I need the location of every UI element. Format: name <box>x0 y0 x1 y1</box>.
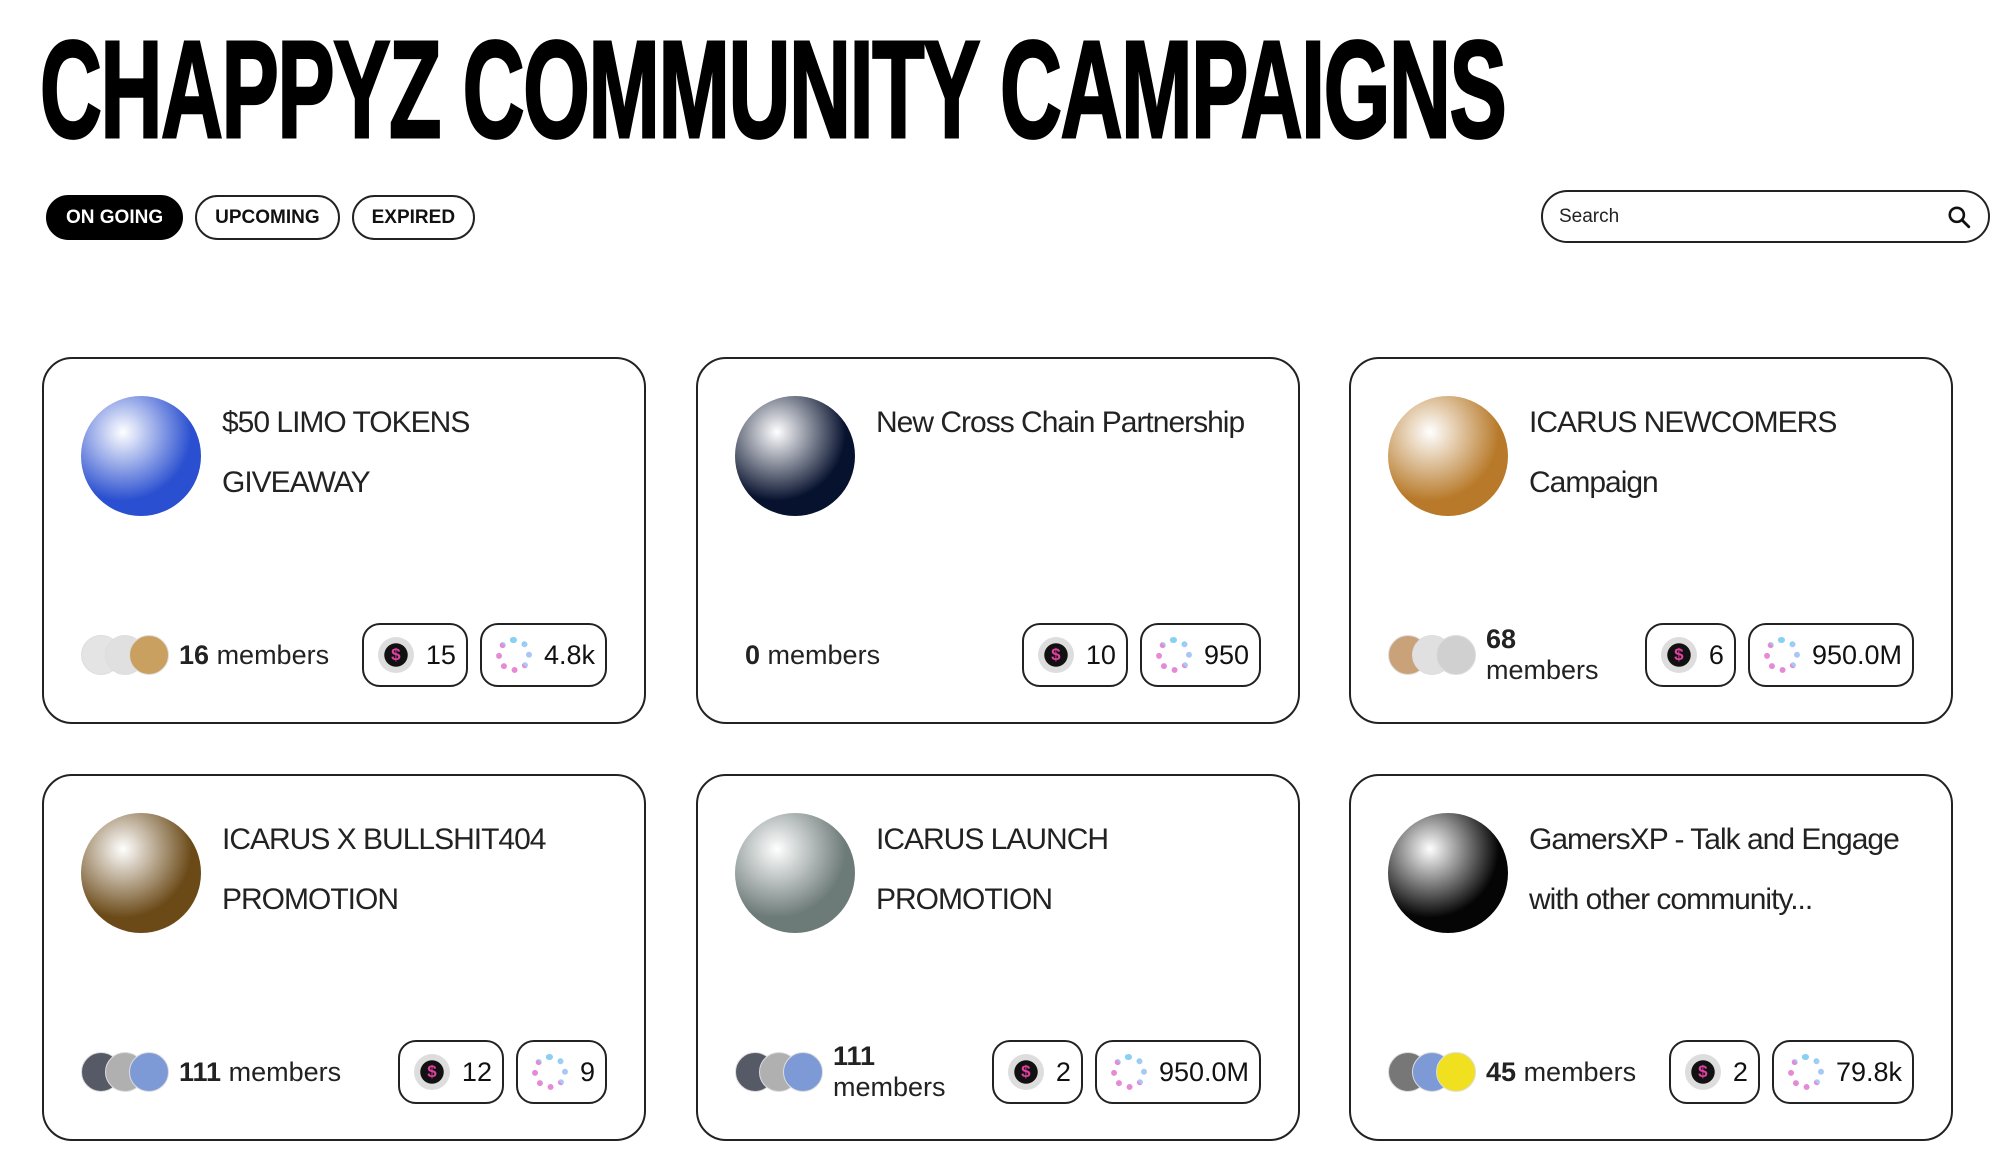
search-box <box>1541 190 1990 243</box>
points-value: 10 <box>1085 639 1116 670</box>
tab-expired[interactable]: EXPIRED <box>351 195 476 240</box>
points-value: 15 <box>425 639 456 670</box>
points-badge: $6 <box>1644 623 1736 687</box>
member-avatars <box>1388 1052 1476 1092</box>
xp-value: 4.8k <box>543 639 595 670</box>
dollar-coin-icon: $ <box>377 637 414 673</box>
campaign-card[interactable]: GamersXP - Talk and Engage with other co… <box>1349 774 1953 1141</box>
members-number: 111 <box>833 1041 876 1071</box>
member-avatars <box>1388 635 1476 675</box>
member-avatar <box>1436 635 1476 675</box>
campaign-footer: 111 members $2 950.0M <box>735 1040 1261 1104</box>
campaign-title[interactable]: GamersXP - Talk and Engage with other co… <box>1529 810 1921 930</box>
points-value: 2 <box>1055 1056 1071 1087</box>
members-number: 68 <box>1486 624 1517 654</box>
campaign-title[interactable]: ICARUS NEWCOMERS Campaign <box>1529 393 1921 513</box>
members-count: 0 members <box>745 640 1010 671</box>
search-input[interactable] <box>1559 205 1946 228</box>
campaign-card[interactable]: New Cross Chain Partnership 0 members $1… <box>696 357 1300 724</box>
campaign-card[interactable]: ICARUS LAUNCH PROMOTION 111 members $2 9… <box>696 774 1300 1141</box>
member-avatars <box>735 1052 823 1092</box>
campaign-title[interactable]: ICARUS X BULLSHIT404 PROMOTION <box>222 810 614 930</box>
xp-value: 9 <box>579 1056 595 1087</box>
campaign-card[interactable]: ICARUS NEWCOMERS Campaign 68 members $6 … <box>1349 357 1953 724</box>
xp-badge: 4.8k <box>479 623 607 687</box>
member-avatars <box>81 635 169 675</box>
xp-value: 950.0M <box>1811 639 1902 670</box>
dollar-coin-icon: $ <box>1684 1054 1721 1090</box>
swirl-token-icon <box>495 637 532 673</box>
campaign-footer: 111 members $12 9 <box>81 1040 607 1104</box>
swirl-token-icon <box>1787 1054 1824 1090</box>
campaign-avatar <box>81 813 201 933</box>
members-count: 68 members <box>1486 624 1633 686</box>
members-label: members <box>1523 1056 1637 1087</box>
xp-value: 950.0M <box>1158 1056 1249 1087</box>
members-number: 16 <box>179 639 210 670</box>
campaign-avatar <box>1388 813 1508 933</box>
xp-badge: 950.0M <box>1094 1040 1261 1104</box>
campaign-footer: 45 members $2 79.8k <box>1388 1040 1914 1104</box>
campaign-footer: 68 members $6 950.0M <box>1388 623 1914 687</box>
points-value: 12 <box>461 1056 492 1087</box>
campaign-title[interactable]: New Cross Chain Partnership <box>876 393 1268 453</box>
points-badge: $12 <box>397 1040 504 1104</box>
xp-value: 950 <box>1203 639 1249 670</box>
member-avatar <box>1436 1052 1476 1092</box>
points-badge: $15 <box>361 623 468 687</box>
members-label: members <box>767 639 881 670</box>
members-number: 0 <box>745 639 761 670</box>
campaign-avatar <box>1388 396 1508 516</box>
dollar-coin-icon: $ <box>1007 1054 1044 1090</box>
points-badge: $2 <box>991 1040 1083 1104</box>
search-icon[interactable] <box>1946 204 1972 230</box>
member-avatars <box>81 1052 169 1092</box>
campaign-card[interactable]: $50 LIMO TOKENS GIVEAWAY 16 members $15 … <box>42 357 646 724</box>
xp-badge: 950 <box>1139 623 1261 687</box>
points-value: 6 <box>1708 639 1724 670</box>
campaign-title[interactable]: ICARUS LAUNCH PROMOTION <box>876 810 1268 930</box>
xp-value: 79.8k <box>1835 1056 1902 1087</box>
dollar-coin-icon: $ <box>413 1054 450 1090</box>
members-label: members <box>1486 655 1599 685</box>
members-label: members <box>216 639 330 670</box>
members-count: 111 members <box>833 1041 980 1103</box>
campaign-avatar <box>735 813 855 933</box>
dollar-coin-icon: $ <box>1660 637 1697 673</box>
campaign-footer: 0 members $10 950 <box>735 623 1261 687</box>
members-count: 111 members <box>179 1057 386 1088</box>
campaign-card[interactable]: ICARUS X BULLSHIT404 PROMOTION 111 membe… <box>42 774 646 1141</box>
status-tabs: ON GOING UPCOMING EXPIRED <box>46 195 476 240</box>
members-count: 45 members <box>1486 1057 1657 1088</box>
swirl-token-icon <box>531 1054 568 1090</box>
campaign-footer: 16 members $15 4.8k <box>81 623 607 687</box>
tab-ongoing[interactable]: ON GOING <box>46 195 184 240</box>
campaign-avatar <box>81 396 201 516</box>
points-badge: $10 <box>1021 623 1128 687</box>
members-count: 16 members <box>179 640 350 671</box>
campaign-title[interactable]: $50 LIMO TOKENS GIVEAWAY <box>222 393 614 513</box>
points-badge: $2 <box>1668 1040 1760 1104</box>
campaign-avatar <box>735 396 855 516</box>
dollar-coin-icon: $ <box>1037 637 1074 673</box>
points-value: 2 <box>1732 1056 1748 1087</box>
swirl-token-icon <box>1763 637 1800 673</box>
members-number: 45 <box>1486 1056 1517 1087</box>
member-avatar <box>129 635 169 675</box>
tab-upcoming[interactable]: UPCOMING <box>195 195 340 240</box>
xp-badge: 79.8k <box>1771 1040 1914 1104</box>
xp-badge: 9 <box>515 1040 607 1104</box>
members-number: 111 <box>179 1056 222 1087</box>
page-title: CHAPPYZ COMMUNITY CAMPAIGNS <box>39 13 1508 167</box>
member-avatar <box>783 1052 823 1092</box>
member-avatar <box>129 1052 169 1092</box>
swirl-token-icon <box>1110 1054 1147 1090</box>
members-label: members <box>833 1072 946 1102</box>
xp-badge: 950.0M <box>1747 623 1914 687</box>
swirl-token-icon <box>1155 637 1192 673</box>
members-label: members <box>228 1056 342 1087</box>
